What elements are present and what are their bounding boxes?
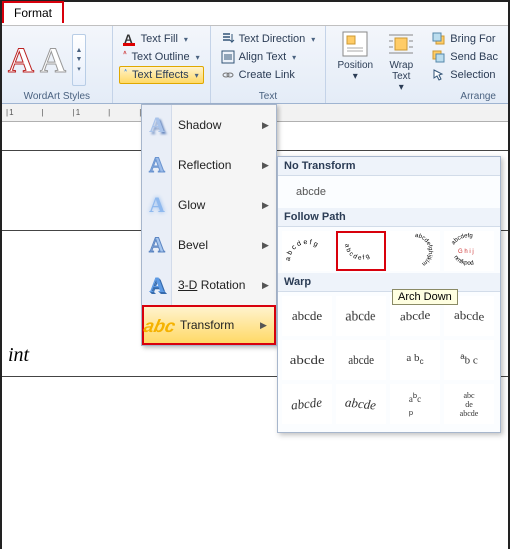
bring-forward-button[interactable]: Bring For <box>428 30 502 48</box>
text-effects-button[interactable]: A Text Effects▾ <box>119 66 204 84</box>
warp-thumb[interactable]: abcde <box>282 296 332 336</box>
ribbon: A A ▲▼▾ WordArt Styles A Text Fill▾ A Te… <box>2 26 508 104</box>
wrap-text-label: Wrap Text <box>378 60 424 82</box>
wordart-gallery-expand[interactable]: ▲▼▾ <box>72 34 86 86</box>
text-fragment: int <box>8 344 29 367</box>
wrap-text-button[interactable]: Wrap Text▾ <box>378 28 424 93</box>
warp-thumb[interactable]: abcde <box>336 296 386 336</box>
group-arrange: Position▾ Wrap Text▾ Bring For Send Bac … <box>326 26 508 103</box>
shadow-icon: A <box>142 112 172 138</box>
text-direction-label: Text Direction <box>239 33 306 45</box>
bring-forward-label: Bring For <box>450 33 495 45</box>
wrap-text-icon <box>385 30 417 58</box>
chevron-right-icon: ▶ <box>262 280 276 291</box>
bevel-icon: A <box>142 232 172 258</box>
selection-pane-label: Selection <box>450 69 495 81</box>
tooltip-arch-down: Arch Down <box>392 289 458 305</box>
reflection-icon: A <box>142 152 172 178</box>
menu-3d-rotation[interactable]: A 3-D 3-D RotationRotation ▶ <box>142 265 276 305</box>
glow-icon: A <box>142 192 172 218</box>
text-effects-label: Text Effects <box>132 69 189 81</box>
chevron-right-icon: ▶ <box>262 240 276 251</box>
svg-text:abcdefg: abcdefg <box>451 233 473 246</box>
menu-glow[interactable]: A Glow ▶ <box>142 185 276 225</box>
menu-shadow[interactable]: A Shadow ▶ <box>142 105 276 145</box>
warp-thumb[interactable]: abcde <box>336 384 386 424</box>
create-link-button[interactable]: Create Link <box>217 66 320 84</box>
group-label-text: Text <box>211 91 326 102</box>
position-icon <box>339 30 371 58</box>
warp-thumb[interactable]: abcde <box>282 340 332 380</box>
warp-thumb[interactable]: abcdeabcde <box>444 384 494 424</box>
tab-bar: Format <box>2 2 508 26</box>
follow-path-button[interactable]: abcdefg G h i jnmlkpod <box>444 231 494 271</box>
menu-bevel[interactable]: A Bevel ▶ <box>142 225 276 265</box>
svg-text:A: A <box>123 50 126 55</box>
group-text-format: A Text Fill▾ A Text Outline▾ A Text Effe… <box>113 26 211 103</box>
group-wordart-styles: A A ▲▼▾ WordArt Styles <box>2 26 113 103</box>
svg-text:A: A <box>124 69 127 73</box>
text-direction-button[interactable]: Text Direction▾ <box>217 30 320 48</box>
chevron-right-icon: ▶ <box>262 160 276 171</box>
selection-pane-button[interactable]: Selection <box>428 66 502 84</box>
warp-thumb[interactable]: abcde <box>282 384 332 424</box>
create-link-label: Create Link <box>239 69 295 81</box>
svg-text:nmlkpod: nmlkpod <box>452 255 474 267</box>
position-label: Position <box>332 60 378 71</box>
text-fill-icon: A <box>123 32 137 46</box>
align-text-icon <box>221 50 235 64</box>
bring-forward-icon <box>432 32 446 46</box>
text-effects-menu: A Shadow ▶ A Reflection ▶ A Glow ▶ A Bev… <box>141 104 277 346</box>
chevron-right-icon: ▶ <box>260 320 274 331</box>
text-direction-icon <box>221 32 235 46</box>
create-link-icon <box>221 68 235 82</box>
section-no-transform: No Transform <box>278 157 500 176</box>
text-fill-button[interactable]: A Text Fill▾ <box>119 30 204 48</box>
rotation-3d-icon: A <box>142 272 172 298</box>
text-effects-icon: A <box>124 68 128 82</box>
transform-icon: abc <box>144 312 174 338</box>
wordart-style-sample-1[interactable]: A <box>8 39 34 81</box>
group-label-arrange: Arrange <box>326 91 508 102</box>
menu-transform[interactable]: abc Transform ▶ <box>142 305 276 345</box>
svg-text:a b c d e f g: a b c d e f g <box>343 243 371 261</box>
chevron-right-icon: ▶ <box>262 200 276 211</box>
menu-reflection[interactable]: A Reflection ▶ <box>142 145 276 185</box>
warp-thumb[interactable]: a bc <box>390 340 440 380</box>
section-follow-path: Follow Path <box>278 208 500 227</box>
svg-text:a b c d e f g: a b c d e f g <box>285 239 319 261</box>
follow-path-arch-up[interactable]: a b c d e f g <box>282 231 332 271</box>
text-fill-label: Text Fill <box>141 33 178 45</box>
svg-text:G h i j: G h i j <box>458 249 474 255</box>
send-backward-icon <box>432 50 446 64</box>
position-button[interactable]: Position▾ <box>332 28 378 93</box>
text-outline-button[interactable]: A Text Outline▾ <box>119 48 204 66</box>
warp-thumb[interactable]: abcde <box>336 340 386 380</box>
transform-gallery: No Transform abcde Follow Path a b c d e… <box>277 156 501 433</box>
send-backward-button[interactable]: Send Bac <box>428 48 502 66</box>
align-text-button[interactable]: Align Text▾ <box>217 48 320 66</box>
no-transform-thumb[interactable]: abcde <box>278 176 500 208</box>
wordart-style-sample-2[interactable]: A <box>40 39 66 81</box>
warp-thumb[interactable]: ab c <box>444 340 494 380</box>
follow-path-arch-down[interactable]: a b c d e f g <box>336 231 386 271</box>
section-warp: Warp <box>278 273 500 292</box>
follow-path-circle[interactable]: abcdefghijklm <box>390 231 440 271</box>
text-outline-icon: A <box>123 50 128 64</box>
selection-pane-icon <box>432 68 446 82</box>
align-text-label: Align Text <box>239 51 287 63</box>
tab-format[interactable]: Format <box>2 1 64 23</box>
send-backward-label: Send Bac <box>450 51 498 63</box>
text-outline-label: Text Outline <box>132 51 190 63</box>
group-label-wordart: WordArt Styles <box>2 91 112 102</box>
svg-text:abcdefghijklm: abcdefghijklm <box>415 233 433 267</box>
chevron-right-icon: ▶ <box>262 120 276 131</box>
group-text: Text Direction▾ Align Text▾ Create Link … <box>211 26 327 103</box>
warp-thumb[interactable]: abcp <box>390 384 440 424</box>
